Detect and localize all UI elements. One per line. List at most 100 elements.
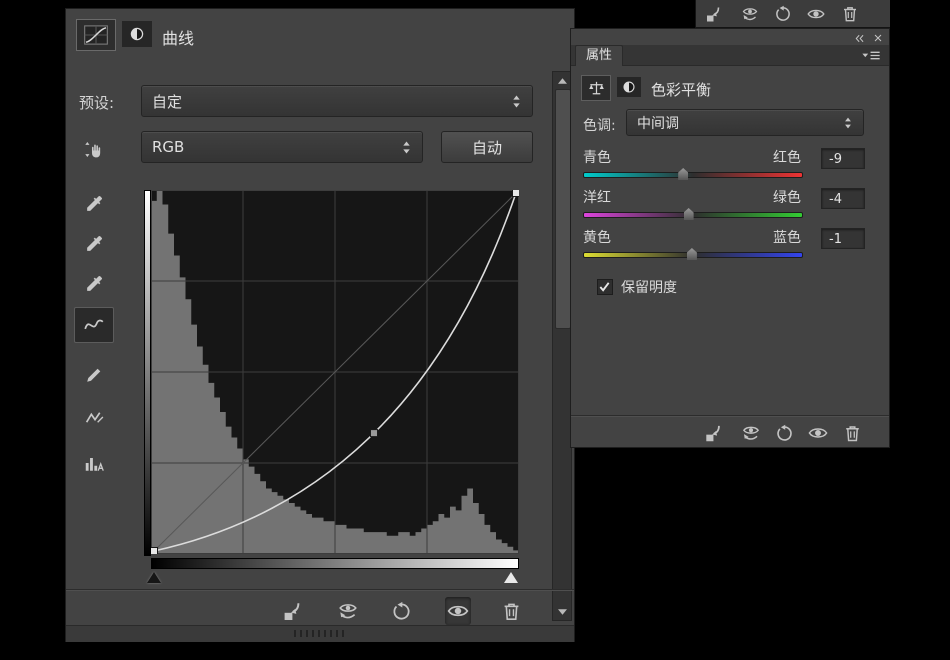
eye-history-icon (740, 422, 762, 444)
collapse-panel-button[interactable] (852, 31, 867, 45)
view-previous-state-button[interactable] (335, 597, 361, 625)
channel-select[interactable]: RGB (141, 131, 423, 163)
curves-panel: 曲线 预设: 自定 RGB 自动 (65, 8, 575, 642)
white-point-eyedropper[interactable] (74, 265, 114, 301)
slider-thumb[interactable] (678, 168, 688, 180)
black-point-slider[interactable] (147, 572, 161, 583)
curves-adjustment-button[interactable] (76, 19, 116, 51)
input-gradient-bar (151, 558, 519, 569)
draw-curve-pencil-tool[interactable] (74, 357, 114, 393)
slider-thumb[interactable] (684, 208, 694, 220)
preset-value: 自定 (152, 91, 182, 112)
auto-button[interactable]: 自动 (441, 131, 533, 163)
toggle-visibility-button[interactable] (804, 3, 828, 25)
divider (571, 415, 889, 416)
dropdown-arrows-icon (511, 94, 522, 109)
clip-to-layer-icon (703, 422, 725, 444)
view-previous-state-button[interactable] (738, 3, 762, 25)
slider-thumb[interactable] (687, 248, 697, 260)
eye-history-icon (336, 599, 360, 623)
slider-value-field[interactable]: -9 (821, 148, 865, 169)
trash-icon (500, 600, 523, 623)
targeted-adjustment-tool[interactable] (74, 131, 114, 167)
eye-icon (446, 599, 470, 623)
clip-to-layer-icon (281, 599, 305, 623)
eyedropper-icon (84, 193, 105, 214)
eye-icon (806, 4, 826, 24)
tone-curve-chart[interactable] (151, 190, 519, 554)
toggle-visibility-button[interactable] (805, 420, 831, 446)
reset-arrow-icon (391, 601, 412, 622)
slider-value-field[interactable]: -4 (821, 188, 865, 209)
reset-button[interactable] (388, 597, 414, 625)
color-balance-button[interactable] (581, 75, 611, 101)
check-icon (598, 280, 611, 293)
smooth-curve-tool[interactable] (74, 399, 114, 435)
scrollbar[interactable] (552, 71, 572, 621)
checkbox-box[interactable] (597, 279, 613, 295)
magenta-green-slider-row: 洋红 绿色 -4 (571, 187, 889, 227)
delete-adjustment-button[interactable] (838, 3, 862, 25)
close-icon (872, 32, 884, 44)
scrollbar-thumb[interactable] (555, 89, 571, 329)
drag-grip[interactable] (294, 630, 346, 637)
tab-properties[interactable]: 属性 (575, 45, 623, 66)
trash-icon (840, 4, 860, 24)
white-point-slider[interactable] (504, 572, 518, 583)
reset-arrow-icon (774, 5, 792, 23)
cyan-red-track[interactable] (583, 172, 803, 178)
eye-icon (807, 422, 829, 444)
histogram-options-tool[interactable] (74, 445, 114, 481)
photoshop-workspace: 曲线 预设: 自定 RGB 自动 (0, 0, 950, 660)
reset-arrow-icon (775, 424, 794, 443)
smooth-curve-icon (84, 407, 105, 428)
tone-value: 中间调 (637, 113, 679, 133)
delete-adjustment-button[interactable] (498, 597, 524, 625)
yellow-blue-track[interactable] (583, 252, 803, 258)
panel-menu-icon (861, 49, 881, 62)
targeted-adjustment-icon (84, 139, 105, 160)
adjustment-layer-button[interactable] (617, 77, 641, 97)
reset-button[interactable] (771, 3, 795, 25)
close-panel-button[interactable] (870, 31, 885, 45)
edit-points-tool[interactable] (74, 307, 114, 343)
reset-button[interactable] (771, 420, 797, 446)
slider-value-field[interactable]: -1 (821, 228, 865, 249)
tone-select[interactable]: 中间调 (626, 109, 864, 136)
balance-scale-icon (587, 79, 606, 98)
delete-adjustment-button[interactable] (839, 420, 865, 446)
channel-value: RGB (152, 138, 184, 156)
magenta-green-track[interactable] (583, 212, 803, 218)
panel-menu-button[interactable] (861, 49, 881, 62)
curve-wave-icon (83, 314, 105, 336)
clip-to-layer-icon (704, 4, 724, 24)
curve-grid[interactable] (151, 190, 519, 554)
dropdown-arrows-icon (843, 116, 853, 130)
scroll-down-button[interactable] (553, 605, 571, 618)
divider (66, 589, 574, 590)
scroll-up-button[interactable] (553, 74, 571, 87)
pencil-icon (84, 365, 104, 385)
preserve-luminosity-checkbox[interactable]: 保留明度 (597, 277, 677, 297)
preset-select[interactable]: 自定 (141, 85, 533, 117)
toggle-visibility-button[interactable] (445, 597, 471, 625)
preset-label: 预设: (79, 92, 114, 113)
panel-resize-strip[interactable] (66, 625, 574, 642)
adjustment-layer-button[interactable] (122, 21, 152, 47)
clip-to-layer-button[interactable] (701, 420, 727, 446)
clip-to-layer-button[interactable] (702, 3, 726, 25)
slider-group: 青色 红色 -9 洋红 绿色 -4 黄色 蓝色 -1 (571, 147, 889, 272)
dropdown-arrows-icon (401, 140, 412, 155)
clip-to-layer-button[interactable] (280, 597, 306, 625)
black-point-eyedropper[interactable] (74, 185, 114, 221)
tone-label: 色调: (583, 115, 616, 135)
trash-icon (842, 423, 863, 444)
yellow-blue-slider-row: 黄色 蓝色 -1 (571, 227, 889, 267)
gray-point-eyedropper[interactable] (74, 225, 114, 261)
curve-editor-area (144, 176, 526, 588)
output-gradient-bar (144, 190, 151, 556)
view-previous-state-button[interactable] (738, 420, 764, 446)
eyedropper-icon (84, 273, 105, 294)
eye-history-icon (740, 4, 760, 24)
curves-grid-icon (83, 25, 109, 45)
